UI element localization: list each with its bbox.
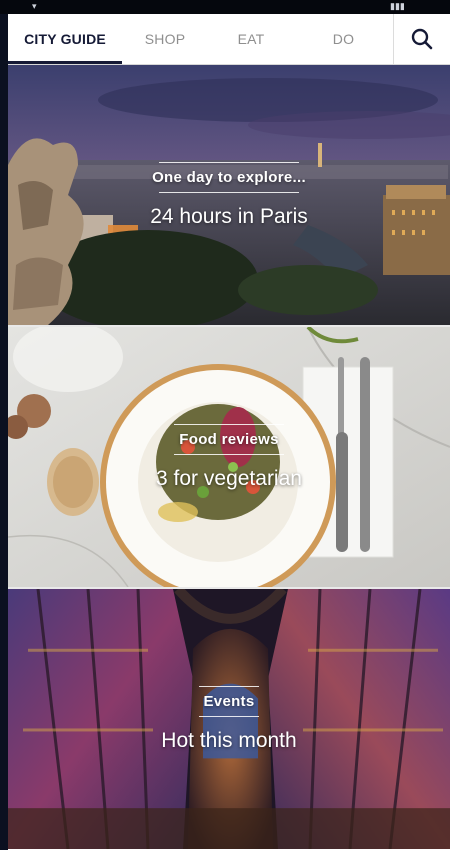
tab-shop[interactable]: SHOP <box>122 14 208 64</box>
card-food[interactable]: Food reviews 3 for vegetarian <box>8 327 450 587</box>
card-kicker: Events <box>203 693 255 710</box>
card-kicker: One day to explore... <box>152 168 306 186</box>
status-bar: ▾ ▮▮▮ <box>0 0 450 14</box>
rule-bottom <box>199 716 259 717</box>
card-kicker: Food reviews <box>179 430 279 448</box>
tab-city-guide[interactable]: CITY GUIDE <box>8 14 122 64</box>
card-food-text: Food reviews 3 for vegetarian <box>8 327 450 587</box>
card-events-text: Events Hot this month <box>8 589 450 850</box>
card-paris[interactable]: One day to explore... 24 hours in Paris <box>8 65 450 325</box>
card-title: 24 hours in Paris <box>150 204 308 228</box>
card-title: 3 for vegetarian <box>156 466 302 490</box>
card-title: Hot this month <box>161 729 297 752</box>
app-screen: CITY GUIDE SHOP EAT DO One day to explor… <box>8 14 450 850</box>
rule-bottom <box>159 191 299 193</box>
top-tab-bar: CITY GUIDE SHOP EAT DO <box>8 14 450 65</box>
card-events[interactable]: Events Hot this month <box>8 589 450 850</box>
tab-do[interactable]: DO <box>294 14 393 64</box>
rule-bottom <box>174 453 284 455</box>
tab-eat[interactable]: EAT <box>208 14 294 64</box>
notification-icon: ▾ <box>32 1 37 11</box>
search-icon <box>411 28 433 50</box>
card-paris-text: One day to explore... 24 hours in Paris <box>8 65 450 325</box>
search-button[interactable] <box>393 14 450 64</box>
battery-icon: ▮▮▮ <box>390 1 405 11</box>
